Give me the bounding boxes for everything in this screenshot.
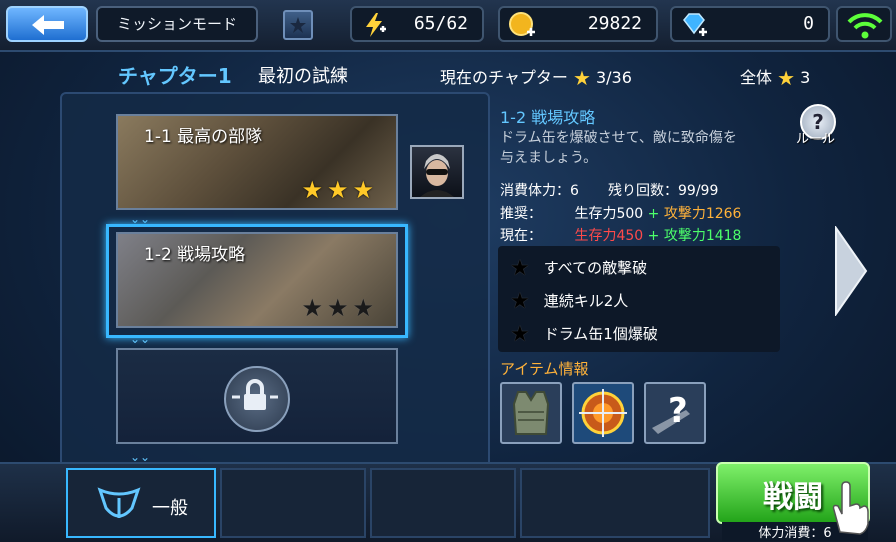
- current-chapter-value: 3/36: [595, 68, 632, 87]
- current-survival: 生存力450: [574, 228, 644, 244]
- back-button[interactable]: [6, 6, 88, 42]
- mode-label: ミッションモード: [96, 6, 258, 42]
- plus-sign: +: [647, 206, 660, 222]
- soldier-avatar-icon: [420, 154, 454, 197]
- total-stars: 全体 ★ 3: [740, 64, 810, 88]
- chevron-right-icon: [835, 224, 868, 318]
- total-value: 3: [800, 68, 811, 87]
- item-slot-vest[interactable]: [500, 382, 562, 444]
- target-emblem-icon: [579, 389, 627, 437]
- tab-normal-label: 一般: [152, 498, 188, 519]
- tab-empty-3[interactable]: [520, 468, 710, 538]
- mission-title: 1-2 戦場攻略: [144, 245, 246, 265]
- tap-hand-icon: [826, 480, 872, 540]
- mission-description: ドラム缶を爆破させて、敵に致命傷を与えましょう。: [500, 130, 737, 166]
- current-chapter-label: 現在のチャプター: [440, 68, 568, 87]
- lightning-plus-icon: [366, 13, 386, 37]
- mission-detail-title: 1-2 戦場攻略: [500, 108, 596, 127]
- current-chapter-progress: 現在のチャプター ★ 3/36: [440, 64, 632, 88]
- objective-text: すべての敵撃破: [543, 259, 648, 277]
- star-empty-icon: ★: [510, 322, 530, 347]
- total-label: 全体: [740, 68, 773, 87]
- chapter-title: チャプター1: [118, 64, 232, 88]
- rules-label: ルール: [796, 132, 836, 147]
- recommended-attack: 攻撃力1266: [663, 206, 742, 222]
- stamina-value: 65/62: [413, 13, 468, 34]
- connection-status: [836, 6, 892, 42]
- favorites-tab[interactable]: [283, 10, 313, 40]
- gold-box[interactable]: 29822: [498, 6, 658, 42]
- tab-empty-1[interactable]: [220, 468, 366, 538]
- mission-title: 1-1 最高の部隊: [144, 127, 263, 147]
- objective-item: ★ すべての敵撃破: [510, 256, 647, 281]
- recommended-row: 推奨： 生存力500 + 攻撃力1266: [500, 203, 741, 223]
- gold-value: 29822: [587, 13, 642, 34]
- gems-value: 0: [803, 13, 814, 34]
- star-empty-icon: ★: [510, 256, 530, 281]
- next-chapter-arrow[interactable]: [834, 224, 868, 320]
- svg-text:?: ?: [668, 391, 688, 431]
- recommended-label: 推奨：: [500, 206, 542, 222]
- stamina-box[interactable]: 65/62: [350, 6, 484, 42]
- lock-icon: [232, 379, 278, 410]
- soldier-portrait: [410, 145, 464, 199]
- objective-item: ★ 連続キル2人: [510, 289, 628, 314]
- chapter-subtitle: 最初の試練: [258, 66, 348, 87]
- emblem-icon: [97, 487, 141, 518]
- current-label: 現在：: [500, 228, 542, 244]
- star-icon: ★: [572, 66, 591, 90]
- objective-text: 連続キル2人: [543, 292, 629, 310]
- star-empty-icon: ★: [510, 289, 530, 314]
- objective-item: ★ ドラム缶1個爆破: [510, 322, 658, 347]
- diamond-plus-icon: [683, 13, 707, 36]
- mission-stars-earned: ★★★: [301, 176, 378, 204]
- current-attack: 攻撃力1418: [663, 228, 742, 244]
- plus-sign: +: [647, 228, 660, 244]
- mission-stars-empty: ★★★: [301, 294, 378, 322]
- item-slot-emblem[interactable]: [572, 382, 634, 444]
- tab-empty-2[interactable]: [370, 468, 516, 538]
- remaining-count-text: 残り回数：99/99: [608, 183, 719, 199]
- current-row: 現在： 生存力450 + 攻撃力1418: [500, 225, 741, 245]
- item-slot-unknown[interactable]: ?: [644, 382, 706, 444]
- stamina-cost-text: 消費体力：6: [500, 183, 579, 199]
- chevron-down-icon: ⌄⌄: [130, 332, 151, 346]
- unknown-weapon-icon: ?: [652, 391, 690, 434]
- lock-badge: [224, 366, 290, 432]
- back-arrow-icon: [32, 15, 64, 35]
- mission-card-1-1[interactable]: 1-1 最高の部隊 ★★★: [116, 114, 398, 210]
- coin-plus-icon: [509, 12, 535, 36]
- gems-box[interactable]: 0: [670, 6, 830, 42]
- mission-card-1-2[interactable]: 1-2 戦場攻略 ★★★: [116, 232, 398, 328]
- tab-normal[interactable]: [66, 468, 216, 538]
- recommended-survival: 生存力500: [574, 206, 644, 222]
- star-icon: ★: [777, 66, 796, 90]
- star-badge-icon: [290, 17, 306, 33]
- armor-vest-icon: [512, 391, 550, 435]
- wifi-icon: [847, 13, 883, 39]
- item-info-label: アイテム情報: [500, 360, 589, 378]
- objective-text: ドラム缶1個爆破: [543, 325, 658, 343]
